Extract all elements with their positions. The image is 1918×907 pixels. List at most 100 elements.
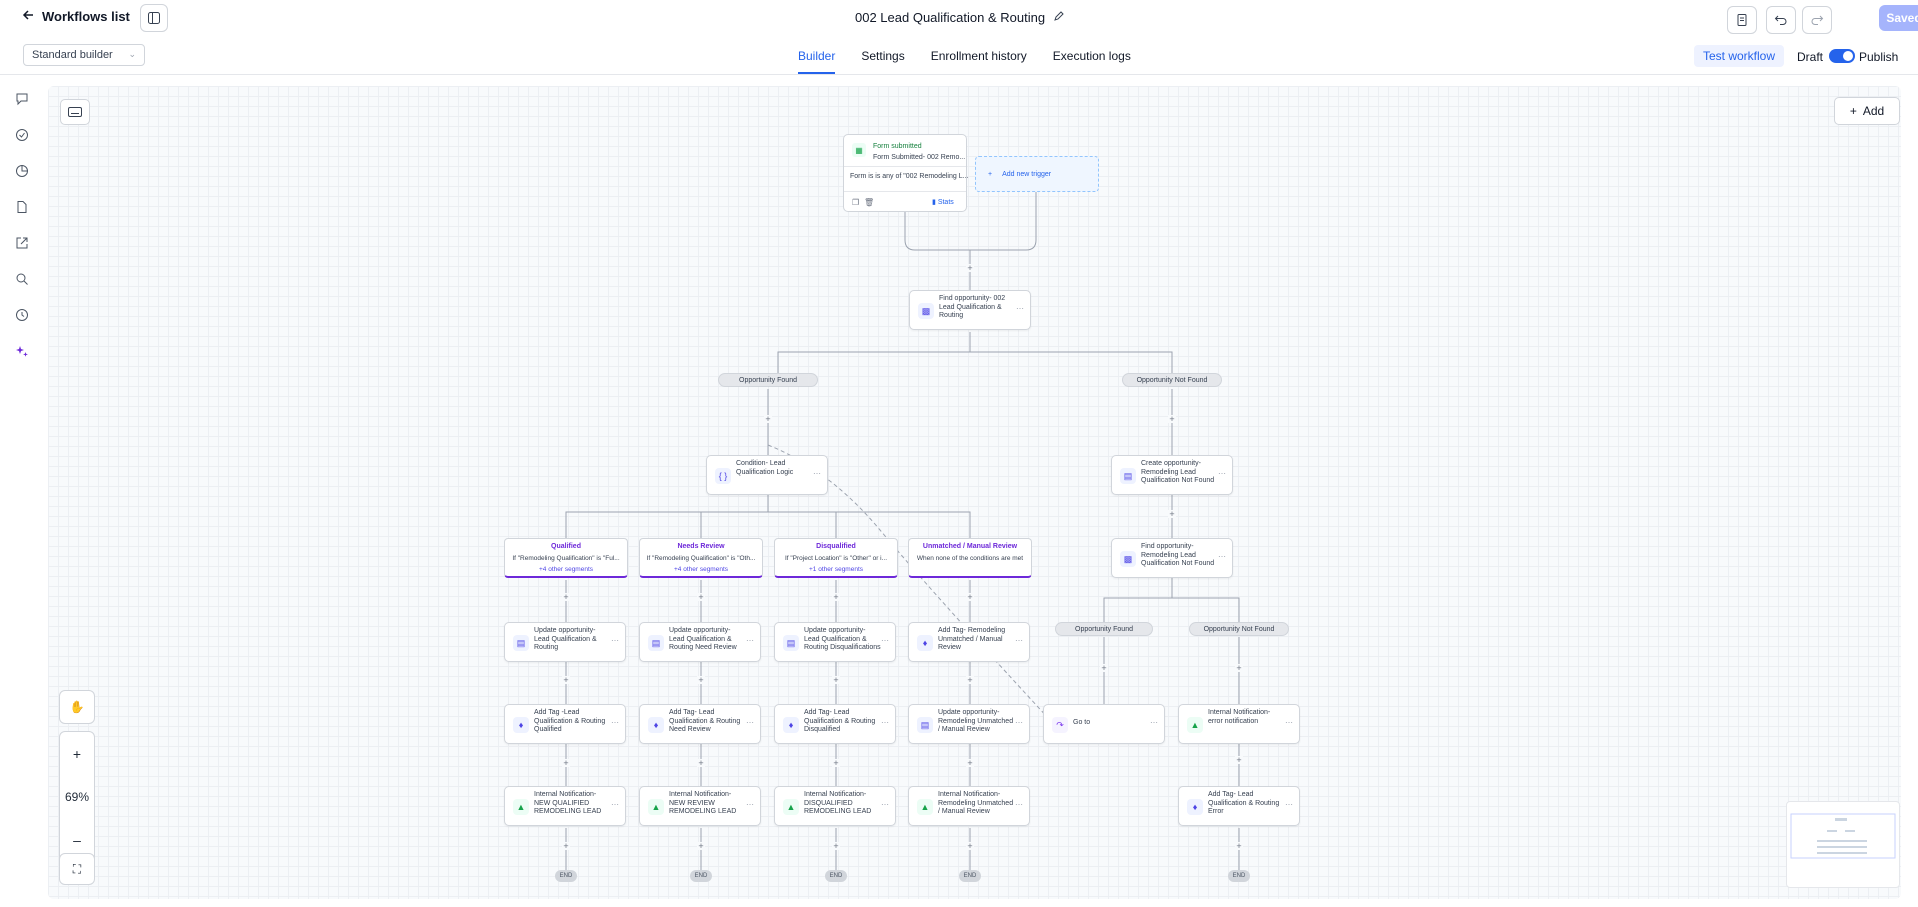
more-options-icon[interactable]: ⋯ [881, 718, 889, 727]
add-step-plus[interactable]: + [1235, 842, 1243, 851]
action-node[interactable]: ♦ Add Tag- Lead Qualification & Routing … [774, 704, 896, 744]
add-step-plus[interactable]: + [832, 676, 840, 685]
zoom-out-button[interactable]: – [73, 832, 81, 848]
action-node[interactable]: ▤ Update opportunity- Lead Qualification… [774, 622, 896, 662]
add-step-plus[interactable]: + [562, 842, 570, 851]
more-options-icon[interactable]: ⋯ [746, 718, 754, 727]
tag-icon: ♦ [917, 635, 933, 651]
add-step-plus[interactable]: + [966, 759, 974, 768]
action-node[interactable]: ▤ Update opportunity- Lead Qualification… [639, 622, 761, 662]
node-label: Internal Notification- Remodeling Unmatc… [938, 791, 1014, 815]
hand-icon: ✋ [69, 700, 85, 714]
more-options-icon[interactable]: ⋯ [881, 800, 889, 809]
action-node[interactable]: ♦ Add Tag- Remodeling Unmatched / Manual… [908, 622, 1030, 662]
add-new-trigger-button[interactable]: + Add new trigger [975, 156, 1099, 192]
copy-icon[interactable]: ❐ [852, 198, 859, 207]
add-step-plus[interactable]: + [1168, 415, 1176, 424]
add-step-plus[interactable]: + [1235, 664, 1243, 673]
branch-pill: Opportunity Not Found [1189, 622, 1289, 636]
condition-node[interactable]: { } Condition- Lead Qualification Logic … [706, 455, 828, 495]
end-marker: END [959, 870, 981, 882]
action-node[interactable]: ▲ Internal Notification- NEW REVIEW REMO… [639, 786, 761, 826]
end-marker: END [690, 870, 712, 882]
add-step-plus[interactable]: + [562, 676, 570, 685]
action-node[interactable]: ▲ Internal Notification- DISQUALIFIED RE… [774, 786, 896, 826]
fit-view-button[interactable]: ⛶ [59, 853, 95, 885]
pan-hand-button[interactable]: ✋ [59, 690, 95, 724]
add-step-plus[interactable]: + [764, 415, 772, 424]
end-marker: END [555, 870, 577, 882]
more-options-icon[interactable]: ⋯ [1150, 718, 1158, 727]
more-options-icon[interactable]: ⋯ [1015, 636, 1023, 645]
branch-segments[interactable]: +4 other segments [505, 566, 627, 573]
add-step-plus[interactable]: + [1168, 510, 1176, 519]
more-options-icon[interactable]: ⋯ [1218, 469, 1226, 478]
goto-node[interactable]: ↷ Go to ⋯ [1043, 704, 1165, 744]
more-options-icon[interactable]: ⋯ [1016, 304, 1024, 313]
more-options-icon[interactable]: ⋯ [813, 469, 821, 478]
branch-pill: Opportunity Not Found [1122, 373, 1222, 387]
action-node[interactable]: ▤ Update opportunity- Remodeling Unmatch… [908, 704, 1030, 744]
add-step-plus[interactable]: + [697, 593, 705, 602]
add-button[interactable]: + Add [1834, 97, 1900, 125]
tag-icon: ♦ [513, 717, 529, 733]
node-label: Internal Notification- DISQUALIFIED REMO… [804, 791, 872, 815]
branch-needs-review[interactable]: Needs Review If "Remodeling Qualificatio… [639, 538, 763, 578]
add-step-plus[interactable]: + [562, 593, 570, 602]
more-options-icon[interactable]: ⋯ [746, 636, 754, 645]
action-node[interactable]: ▩ Find opportunity- 002 Lead Qualificati… [909, 290, 1031, 330]
add-step-plus[interactable]: + [562, 759, 570, 768]
action-node[interactable]: ▲ Internal Notification- error notificat… [1178, 704, 1300, 744]
more-options-icon[interactable]: ⋯ [611, 800, 619, 809]
more-options-icon[interactable]: ⋯ [611, 636, 619, 645]
more-options-icon[interactable]: ⋯ [1015, 718, 1023, 727]
add-step-plus[interactable]: + [697, 759, 705, 768]
more-options-icon[interactable]: ⋯ [1015, 800, 1023, 809]
add-step-plus[interactable]: + [966, 842, 974, 851]
branch-condition: If "Remodeling Qualification" is "Ful... [512, 555, 620, 562]
add-step-plus[interactable]: + [1100, 664, 1108, 673]
action-node[interactable]: ▤ Create opportunity- Remodeling Lead Qu… [1111, 455, 1233, 495]
action-node[interactable]: ▤ Update opportunity- Lead Qualification… [504, 622, 626, 662]
add-step-plus[interactable]: + [832, 842, 840, 851]
more-options-icon[interactable]: ⋯ [881, 636, 889, 645]
add-step-plus[interactable]: + [966, 593, 974, 602]
branch-segments[interactable]: +4 other segments [640, 566, 762, 573]
branch-title: Disqualified [816, 543, 856, 550]
add-step-plus[interactable]: + [966, 676, 974, 685]
node-label: Condition- Lead Qualification Logic [736, 460, 794, 476]
more-options-icon[interactable]: ⋯ [746, 800, 754, 809]
stats-link[interactable]: ▮ Stats [932, 198, 954, 206]
add-step-plus[interactable]: + [966, 264, 974, 273]
action-node[interactable]: ♦ Add Tag- Lead Qualification & Routing … [639, 704, 761, 744]
node-label: Internal Notification- error notificatio… [1208, 709, 1271, 725]
add-step-plus[interactable]: + [832, 593, 840, 602]
action-node[interactable]: ▲ Internal Notification- NEW QUALIFIED R… [504, 786, 626, 826]
more-options-icon[interactable]: ⋯ [1218, 552, 1226, 561]
more-options-icon[interactable]: ⋯ [1285, 800, 1293, 809]
branch-segments[interactable]: +1 other segments [775, 566, 897, 573]
more-options-icon[interactable]: ⋯ [1285, 718, 1293, 727]
branch-disqualified[interactable]: Disqualified If "Project Location" is "O… [774, 538, 898, 578]
add-step-plus[interactable]: + [1235, 756, 1243, 765]
add-step-plus[interactable]: + [832, 759, 840, 768]
node-label: Add Tag- Lead Qualification & Routing Er… [1208, 791, 1280, 815]
action-node[interactable]: ♦ Add Tag- Lead Qualification & Routing … [1178, 786, 1300, 826]
branch-unmatched[interactable]: Unmatched / Manual Review When none of t… [908, 538, 1032, 578]
node-label: Internal Notification- NEW REVIEW REMODE… [669, 791, 737, 815]
add-step-plus[interactable]: + [697, 842, 705, 851]
action-node[interactable]: ♦ Add Tag -Lead Qualification & Routing … [504, 704, 626, 744]
node-label: Update opportunity- Lead Qualification &… [669, 627, 737, 651]
more-options-icon[interactable]: ⋯ [611, 718, 619, 727]
zoom-in-button[interactable]: + [73, 746, 81, 762]
action-node[interactable]: ▲ Internal Notification- Remodeling Unma… [908, 786, 1030, 826]
tag-icon: ♦ [1187, 799, 1203, 815]
add-step-plus[interactable]: + [697, 676, 705, 685]
action-node[interactable]: ▩ Find opportunity- Remodeling Lead Qual… [1111, 538, 1233, 578]
keyboard-shortcuts-button[interactable] [60, 99, 90, 125]
trigger-card[interactable]: ▦ Form submitted Form Submitted- 002 Rem… [843, 134, 968, 212]
branch-qualified[interactable]: Qualified If "Remodeling Qualification" … [504, 538, 628, 578]
trash-icon[interactable]: 🗑 [864, 198, 874, 207]
add-trigger-label: Add new trigger [1002, 170, 1052, 178]
minimap[interactable] [1786, 801, 1900, 888]
